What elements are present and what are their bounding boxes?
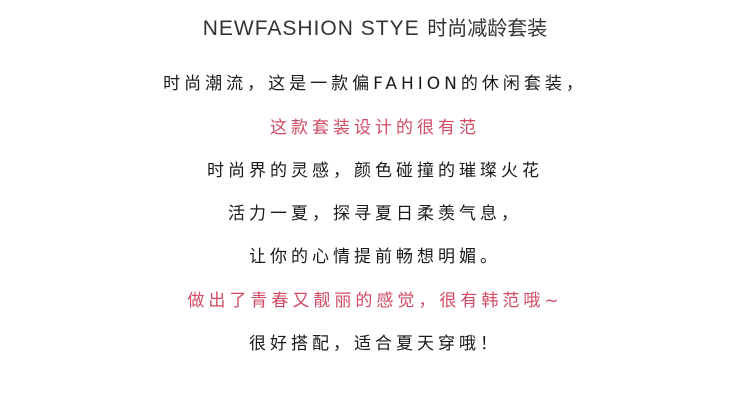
description-line-2-highlight: 这款套装设计的很有范 [270, 118, 480, 138]
description-line-6-highlight: 做出了青春又靓丽的感觉，很有韩范哦~ [187, 291, 563, 311]
title-chinese: 时尚减龄套装 [427, 16, 548, 40]
description-line-5: 让你的心情提前畅想明媚。 [249, 247, 501, 267]
description-line-7: 很好搭配，适合夏天穿哦！ [249, 334, 501, 354]
title-english: NEWFASHION STYE [202, 17, 420, 40]
description-line-1: 时尚潮流，这是一款偏FAHION的休闲套装， [163, 74, 587, 94]
description-line-3: 时尚界的灵感，颜色碰撞的璀璨火花 [207, 161, 543, 181]
description-line-4: 活力一夏，探寻夏日柔羡气息， [228, 204, 522, 224]
page-title: NEWFASHION STYE 时尚减龄套装 [0, 12, 750, 41]
product-description-banner: NEWFASHION STYE 时尚减龄套装 时尚潮流，这是一款偏FAHION的… [0, 0, 750, 401]
